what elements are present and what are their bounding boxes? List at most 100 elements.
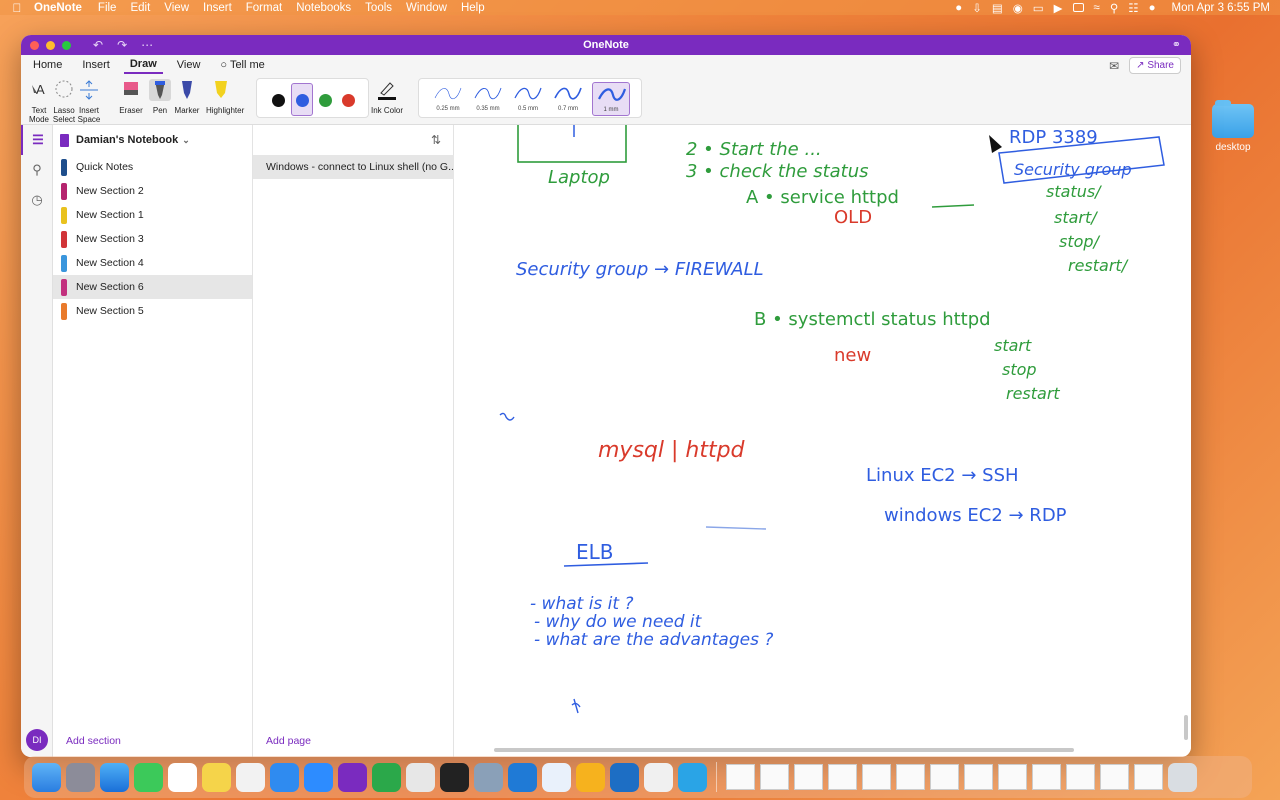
freeform-icon[interactable] (236, 762, 265, 792)
close-window-button[interactable] (30, 40, 39, 50)
recent-document-icon[interactable] (1100, 764, 1129, 790)
finder-icon[interactable] (32, 762, 61, 792)
docker-icon[interactable] (678, 762, 707, 792)
zoom-window-button[interactable] (62, 40, 71, 50)
status-icon-4[interactable]: ◉ (1013, 1, 1023, 15)
notebooks-icon[interactable]: ☰ (21, 125, 53, 155)
tab-view[interactable]: View (171, 57, 207, 73)
zoom-icon[interactable] (304, 762, 333, 792)
redo-icon[interactable]: ↷ (117, 38, 127, 52)
tab-home[interactable]: Home (27, 57, 68, 73)
section-item[interactable]: New Section 4 (53, 251, 252, 275)
avatar[interactable]: DI (26, 729, 48, 751)
minimize-window-button[interactable] (46, 40, 55, 50)
recent-document-icon[interactable] (998, 764, 1027, 790)
page-canvas[interactable]: Laptop 2 • Start the ... 3 • check the s… (454, 125, 1191, 757)
wave-app-icon[interactable] (610, 762, 639, 792)
control-center-icon[interactable]: ☷ (1128, 1, 1138, 15)
recent-document-icon[interactable] (828, 764, 857, 790)
marker-tool[interactable]: Marker (172, 79, 202, 115)
spotlight-icon[interactable]: ⚲ (1110, 1, 1118, 15)
menu-file[interactable]: File (98, 2, 117, 14)
preview-icon[interactable] (474, 762, 503, 792)
recent-icon[interactable]: ◷ (21, 185, 53, 215)
status-icon-5[interactable]: ▭ (1033, 1, 1044, 15)
onenote-icon[interactable] (338, 762, 367, 792)
terminal-icon[interactable] (440, 762, 469, 792)
apple-menu-icon[interactable]:  (0, 1, 34, 15)
section-item[interactable]: New Section 5 (53, 299, 252, 323)
battery-icon[interactable] (1072, 3, 1084, 12)
menu-help[interactable]: Help (461, 2, 485, 14)
menu-view[interactable]: View (164, 2, 189, 14)
word-icon[interactable] (542, 762, 571, 792)
recent-document-icon[interactable] (726, 764, 755, 790)
status-icon-6[interactable]: ▶ (1054, 1, 1063, 15)
insert-space-tool[interactable]: Insert Space (74, 79, 104, 124)
status-icon-3[interactable]: ▤ (992, 1, 1003, 15)
section-item[interactable]: Quick Notes (53, 155, 252, 179)
recent-document-icon[interactable] (964, 764, 993, 790)
recent-document-icon[interactable] (896, 764, 925, 790)
safari-icon[interactable] (100, 762, 129, 792)
numbers-icon[interactable] (372, 762, 401, 792)
thickness-0-35[interactable]: 0.35 mm (469, 82, 507, 116)
thickness-0-25[interactable]: 0.25 mm (429, 82, 467, 116)
desktop-folder[interactable]: desktop (1210, 100, 1256, 153)
page-item[interactable]: Windows - connect to Linux shell (no G..… (253, 155, 454, 179)
pen-color-black[interactable] (272, 94, 285, 107)
tab-insert[interactable]: Insert (76, 57, 116, 73)
section-item[interactable]: New Section 3 (53, 227, 252, 251)
recent-document-icon[interactable] (1066, 764, 1095, 790)
more-icon[interactable]: ⋯ (141, 38, 153, 52)
menu-notebooks[interactable]: Notebooks (296, 2, 351, 14)
tab-draw[interactable]: Draw (123, 56, 163, 74)
thickness-0-5[interactable]: 0.5 mm (509, 82, 547, 116)
horizontal-scrollbar[interactable] (494, 748, 1074, 752)
notes-icon[interactable] (202, 762, 231, 792)
thickness-0-7[interactable]: 0.7 mm (549, 82, 587, 116)
status-icon-2[interactable]: ⇩ (972, 1, 982, 15)
chrome-icon[interactable] (406, 762, 435, 792)
vscode-icon[interactable] (508, 762, 537, 792)
menu-app-name[interactable]: OneNote (34, 2, 82, 14)
menu-insert[interactable]: Insert (203, 2, 232, 14)
add-section-button[interactable]: Add section (66, 735, 121, 747)
notifications-icon[interactable]: ✉ (1109, 59, 1119, 73)
pen-tool[interactable]: Pen (145, 79, 175, 115)
tell-me-search[interactable]: ○ Tell me (214, 57, 270, 73)
recent-document-icon[interactable] (930, 764, 959, 790)
section-item[interactable]: New Section 1 (53, 203, 252, 227)
section-item[interactable]: New Section 2 (53, 179, 252, 203)
menu-tools[interactable]: Tools (365, 2, 392, 14)
menu-format[interactable]: Format (246, 2, 282, 14)
thickness-1[interactable]: 1 mm (592, 82, 630, 116)
siri-icon[interactable]: ● (1149, 2, 1156, 14)
pen-color-blue[interactable] (296, 94, 309, 107)
share-button[interactable]: ↗ Share (1129, 57, 1181, 74)
recent-document-icon[interactable] (1032, 764, 1061, 790)
trash-icon[interactable] (1168, 762, 1197, 792)
vertical-scrollbar[interactable] (1184, 715, 1188, 740)
account-icon[interactable]: ⚭ (1172, 38, 1181, 51)
menubar-clock[interactable]: Mon Apr 3 6:55 PM (1172, 2, 1270, 14)
menu-window[interactable]: Window (406, 2, 447, 14)
sort-icon[interactable]: ⇅ (431, 133, 441, 147)
pen-color-green[interactable] (319, 94, 332, 107)
calendar-icon[interactable] (168, 762, 197, 792)
recent-document-icon[interactable] (794, 764, 823, 790)
undo-icon[interactable]: ↶ (93, 38, 103, 52)
ink-color-tool[interactable]: Ink Color (370, 79, 404, 115)
launchpad-icon[interactable] (66, 762, 95, 792)
recent-document-icon[interactable] (1134, 764, 1163, 790)
eraser-tool[interactable]: Eraser (116, 79, 146, 115)
highlighter-tool[interactable]: Highlighter (206, 79, 244, 115)
add-page-button[interactable]: Add page (266, 735, 311, 747)
textedit-icon[interactable] (644, 762, 673, 792)
recent-document-icon[interactable] (862, 764, 891, 790)
menu-edit[interactable]: Edit (130, 2, 150, 14)
pages-icon[interactable] (576, 762, 605, 792)
status-icon-1[interactable]: ● (955, 2, 962, 14)
pen-color-red[interactable] (342, 94, 355, 107)
keynote-icon[interactable] (270, 762, 299, 792)
